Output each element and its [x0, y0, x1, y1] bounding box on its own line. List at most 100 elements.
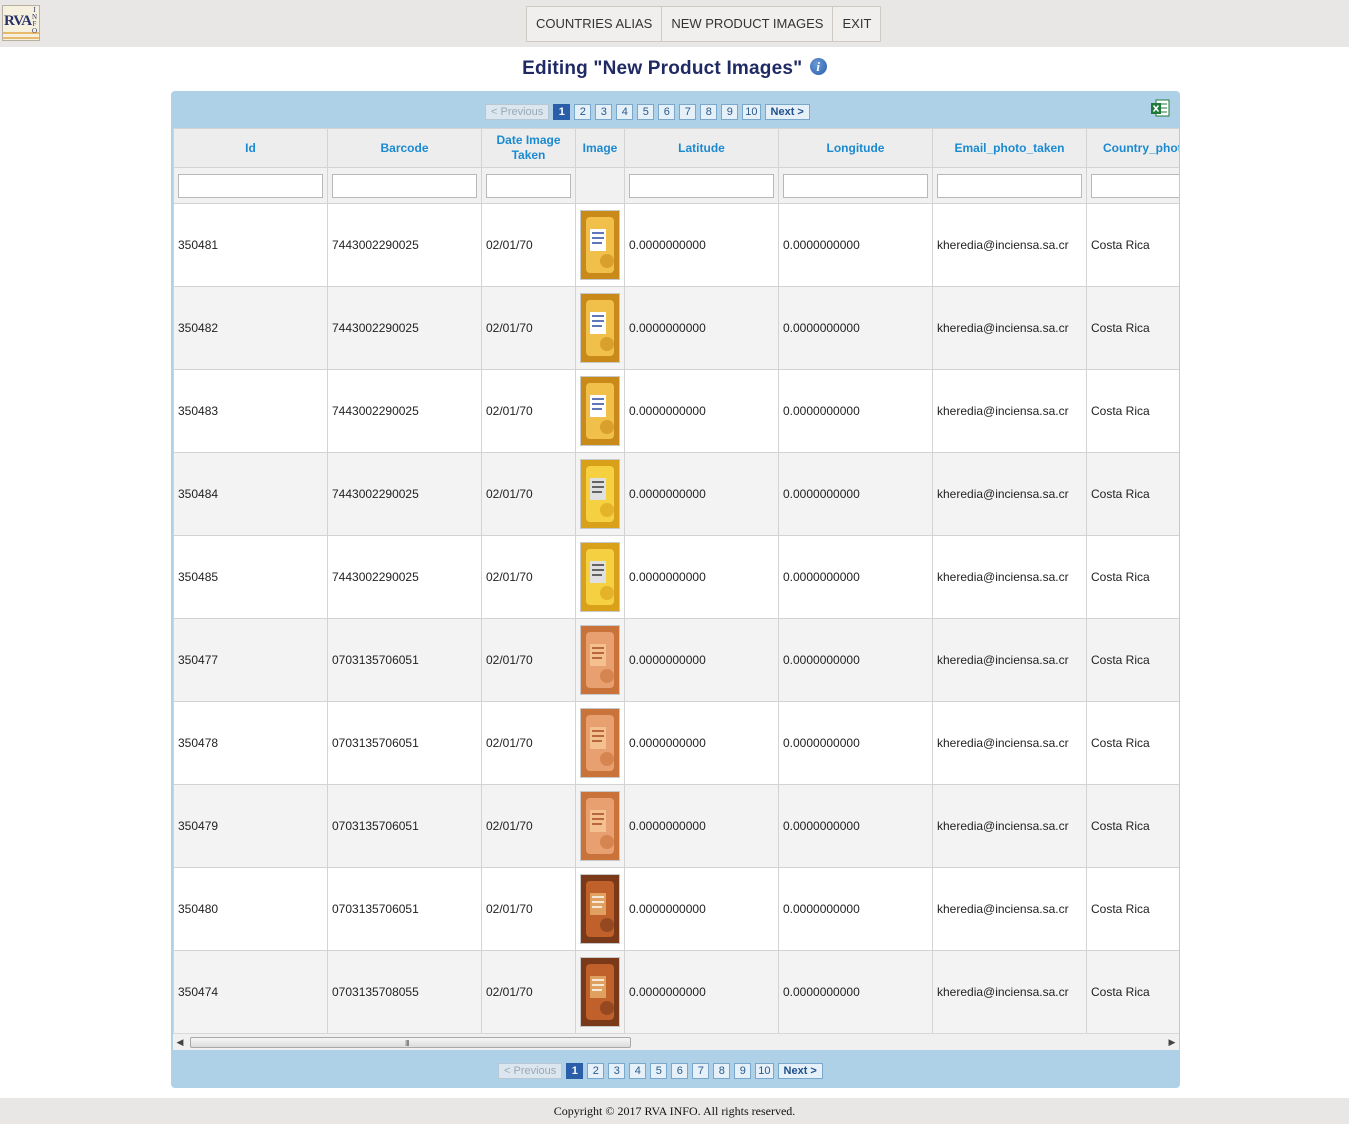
pager-previous-button[interactable]: < Previous [485, 104, 550, 120]
filter-id-input[interactable] [178, 173, 323, 198]
filter-cell [624, 167, 779, 204]
pager-page-6[interactable]: 6 [658, 104, 676, 120]
cell-image[interactable] [575, 203, 625, 287]
column-header-longitude[interactable]: Longitude [778, 128, 933, 168]
pager-page-1[interactable]: 1 [566, 1063, 584, 1079]
horizontal-scrollbar[interactable]: ◀ III ▶ [173, 1033, 1179, 1050]
pager-next-button[interactable]: Next > [764, 104, 810, 120]
filter-email-input[interactable] [937, 173, 1082, 198]
cell-date: 02/01/70 [481, 286, 576, 370]
pager-top: < Previous 1 2 3 4 5 6 7 8 9 10 Next > [485, 103, 810, 121]
scroll-left-icon[interactable]: ◀ [173, 1034, 187, 1050]
cell-longitude: 0.0000000000 [778, 784, 933, 868]
pager-bottom: < Previous 1 2 3 4 5 6 7 8 9 10 Next > [498, 1062, 823, 1080]
table-row[interactable]: 350480 0703135706051 02/01/70 0.0000000000 0… [173, 867, 1179, 951]
cell-id: 350485 [173, 535, 328, 619]
filter-country-input[interactable] [1091, 173, 1179, 198]
cell-image[interactable] [575, 452, 625, 536]
product-image-thumbnail[interactable] [580, 625, 620, 695]
table-row[interactable]: 350474 0703135708055 02/01/70 0.0000000000 0… [173, 950, 1179, 1033]
product-image-thumbnail[interactable] [580, 542, 620, 612]
pager-page-10[interactable]: 10 [755, 1063, 774, 1079]
cell-image[interactable] [575, 784, 625, 868]
scrollbar-grip: III [405, 1039, 410, 1048]
cell-country: Costa Rica [1086, 784, 1179, 868]
filter-latitude-input[interactable] [629, 173, 774, 198]
excel-export-icon[interactable] [1150, 98, 1170, 118]
table-row[interactable]: 350483 7443002290025 02/01/70 0.0000000000 0… [173, 369, 1179, 453]
pager-page-7[interactable]: 7 [692, 1063, 710, 1079]
page-title-text: Editing "New Product Images" [522, 58, 803, 79]
table-row[interactable]: 350484 7443002290025 02/01/70 0.0000000000 0… [173, 452, 1179, 536]
info-icon[interactable]: i [809, 58, 827, 75]
cell-id: 350478 [173, 701, 328, 785]
menu-item-countries-alias[interactable]: COUNTRIES ALIAS [527, 7, 663, 41]
pager-next-button[interactable]: Next > [777, 1063, 823, 1079]
cell-image[interactable] [575, 286, 625, 370]
pager-page-9[interactable]: 9 [721, 104, 739, 120]
filter-longitude-input[interactable] [783, 173, 928, 198]
data-grid: Id Barcode Date Image Taken Image Latitu… [173, 128, 1179, 1033]
table-row[interactable]: 350479 0703135706051 02/01/70 0.0000000000 0… [173, 784, 1179, 868]
column-header-image[interactable]: Image [575, 128, 625, 168]
cell-image[interactable] [575, 535, 625, 619]
filter-barcode-input[interactable] [332, 173, 477, 198]
pager-previous-button[interactable]: < Previous [498, 1063, 563, 1079]
pager-page-9[interactable]: 9 [734, 1063, 752, 1079]
pager-page-7[interactable]: 7 [679, 104, 697, 120]
grid-viewport[interactable]: Id Barcode Date Image Taken Image Latitu… [173, 128, 1179, 1033]
pager-page-5[interactable]: 5 [637, 104, 655, 120]
table-row[interactable]: 350485 7443002290025 02/01/70 0.0000000000 0… [173, 535, 1179, 619]
cell-date: 02/01/70 [481, 452, 576, 536]
pager-page-3[interactable]: 3 [595, 104, 613, 120]
product-image-thumbnail[interactable] [580, 376, 620, 446]
column-header-date-image-taken[interactable]: Date Image Taken [481, 128, 576, 168]
cell-latitude: 0.0000000000 [624, 369, 779, 453]
cell-longitude: 0.0000000000 [778, 950, 933, 1033]
pager-page-4[interactable]: 4 [616, 104, 634, 120]
pager-page-2[interactable]: 2 [574, 104, 592, 120]
cell-image[interactable] [575, 950, 625, 1033]
pager-page-8[interactable]: 8 [713, 1063, 731, 1079]
grid-body: 350481 7443002290025 02/01/70 0.0000000000 0… [173, 203, 1179, 1033]
column-header-country-photo[interactable]: Country_photo [1086, 128, 1179, 168]
cell-image[interactable] [575, 369, 625, 453]
table-row[interactable]: 350481 7443002290025 02/01/70 0.0000000000 0… [173, 203, 1179, 287]
copyright-text: Copyright © 2017 RVA INFO. All rights re… [553, 1104, 796, 1118]
product-image-thumbnail[interactable] [580, 293, 620, 363]
cell-image[interactable] [575, 618, 625, 702]
rva-info-logo[interactable]: RVA INFO [2, 5, 40, 41]
scrollbar-thumb[interactable]: III [190, 1037, 631, 1048]
product-image-thumbnail[interactable] [580, 459, 620, 529]
product-image-thumbnail[interactable] [580, 791, 620, 861]
pager-page-6[interactable]: 6 [671, 1063, 689, 1079]
pager-page-4[interactable]: 4 [629, 1063, 647, 1079]
cell-date: 02/01/70 [481, 618, 576, 702]
cell-image[interactable] [575, 701, 625, 785]
product-image-thumbnail[interactable] [580, 957, 620, 1027]
pager-page-2[interactable]: 2 [587, 1063, 605, 1079]
pager-page-5[interactable]: 5 [650, 1063, 668, 1079]
table-row[interactable]: 350477 0703135706051 02/01/70 0.0000000000 0… [173, 618, 1179, 702]
scroll-right-icon[interactable]: ▶ [1165, 1034, 1179, 1050]
table-row[interactable]: 350482 7443002290025 02/01/70 0.0000000000 0… [173, 286, 1179, 370]
cell-image[interactable] [575, 867, 625, 951]
cell-email: kheredia@inciensa.sa.cr [932, 784, 1087, 868]
pager-page-8[interactable]: 8 [700, 104, 718, 120]
product-image-thumbnail[interactable] [580, 874, 620, 944]
product-image-thumbnail[interactable] [580, 708, 620, 778]
page-title: Editing "New Product Images" i [0, 58, 1349, 80]
pager-page-1[interactable]: 1 [553, 104, 571, 120]
column-header-id[interactable]: Id [173, 128, 328, 168]
product-image-thumbnail[interactable] [580, 210, 620, 280]
cell-date: 02/01/70 [481, 950, 576, 1033]
pager-page-3[interactable]: 3 [608, 1063, 626, 1079]
table-row[interactable]: 350478 0703135706051 02/01/70 0.0000000000 0… [173, 701, 1179, 785]
menu-item-new-product-images[interactable]: NEW PRODUCT IMAGES [662, 7, 834, 41]
column-header-email-photo-taken[interactable]: Email_photo_taken [932, 128, 1087, 168]
menu-item-exit[interactable]: EXIT [833, 7, 880, 41]
column-header-latitude[interactable]: Latitude [624, 128, 779, 168]
column-header-barcode[interactable]: Barcode [327, 128, 482, 168]
filter-date-input[interactable] [486, 173, 571, 198]
pager-page-10[interactable]: 10 [742, 104, 761, 120]
